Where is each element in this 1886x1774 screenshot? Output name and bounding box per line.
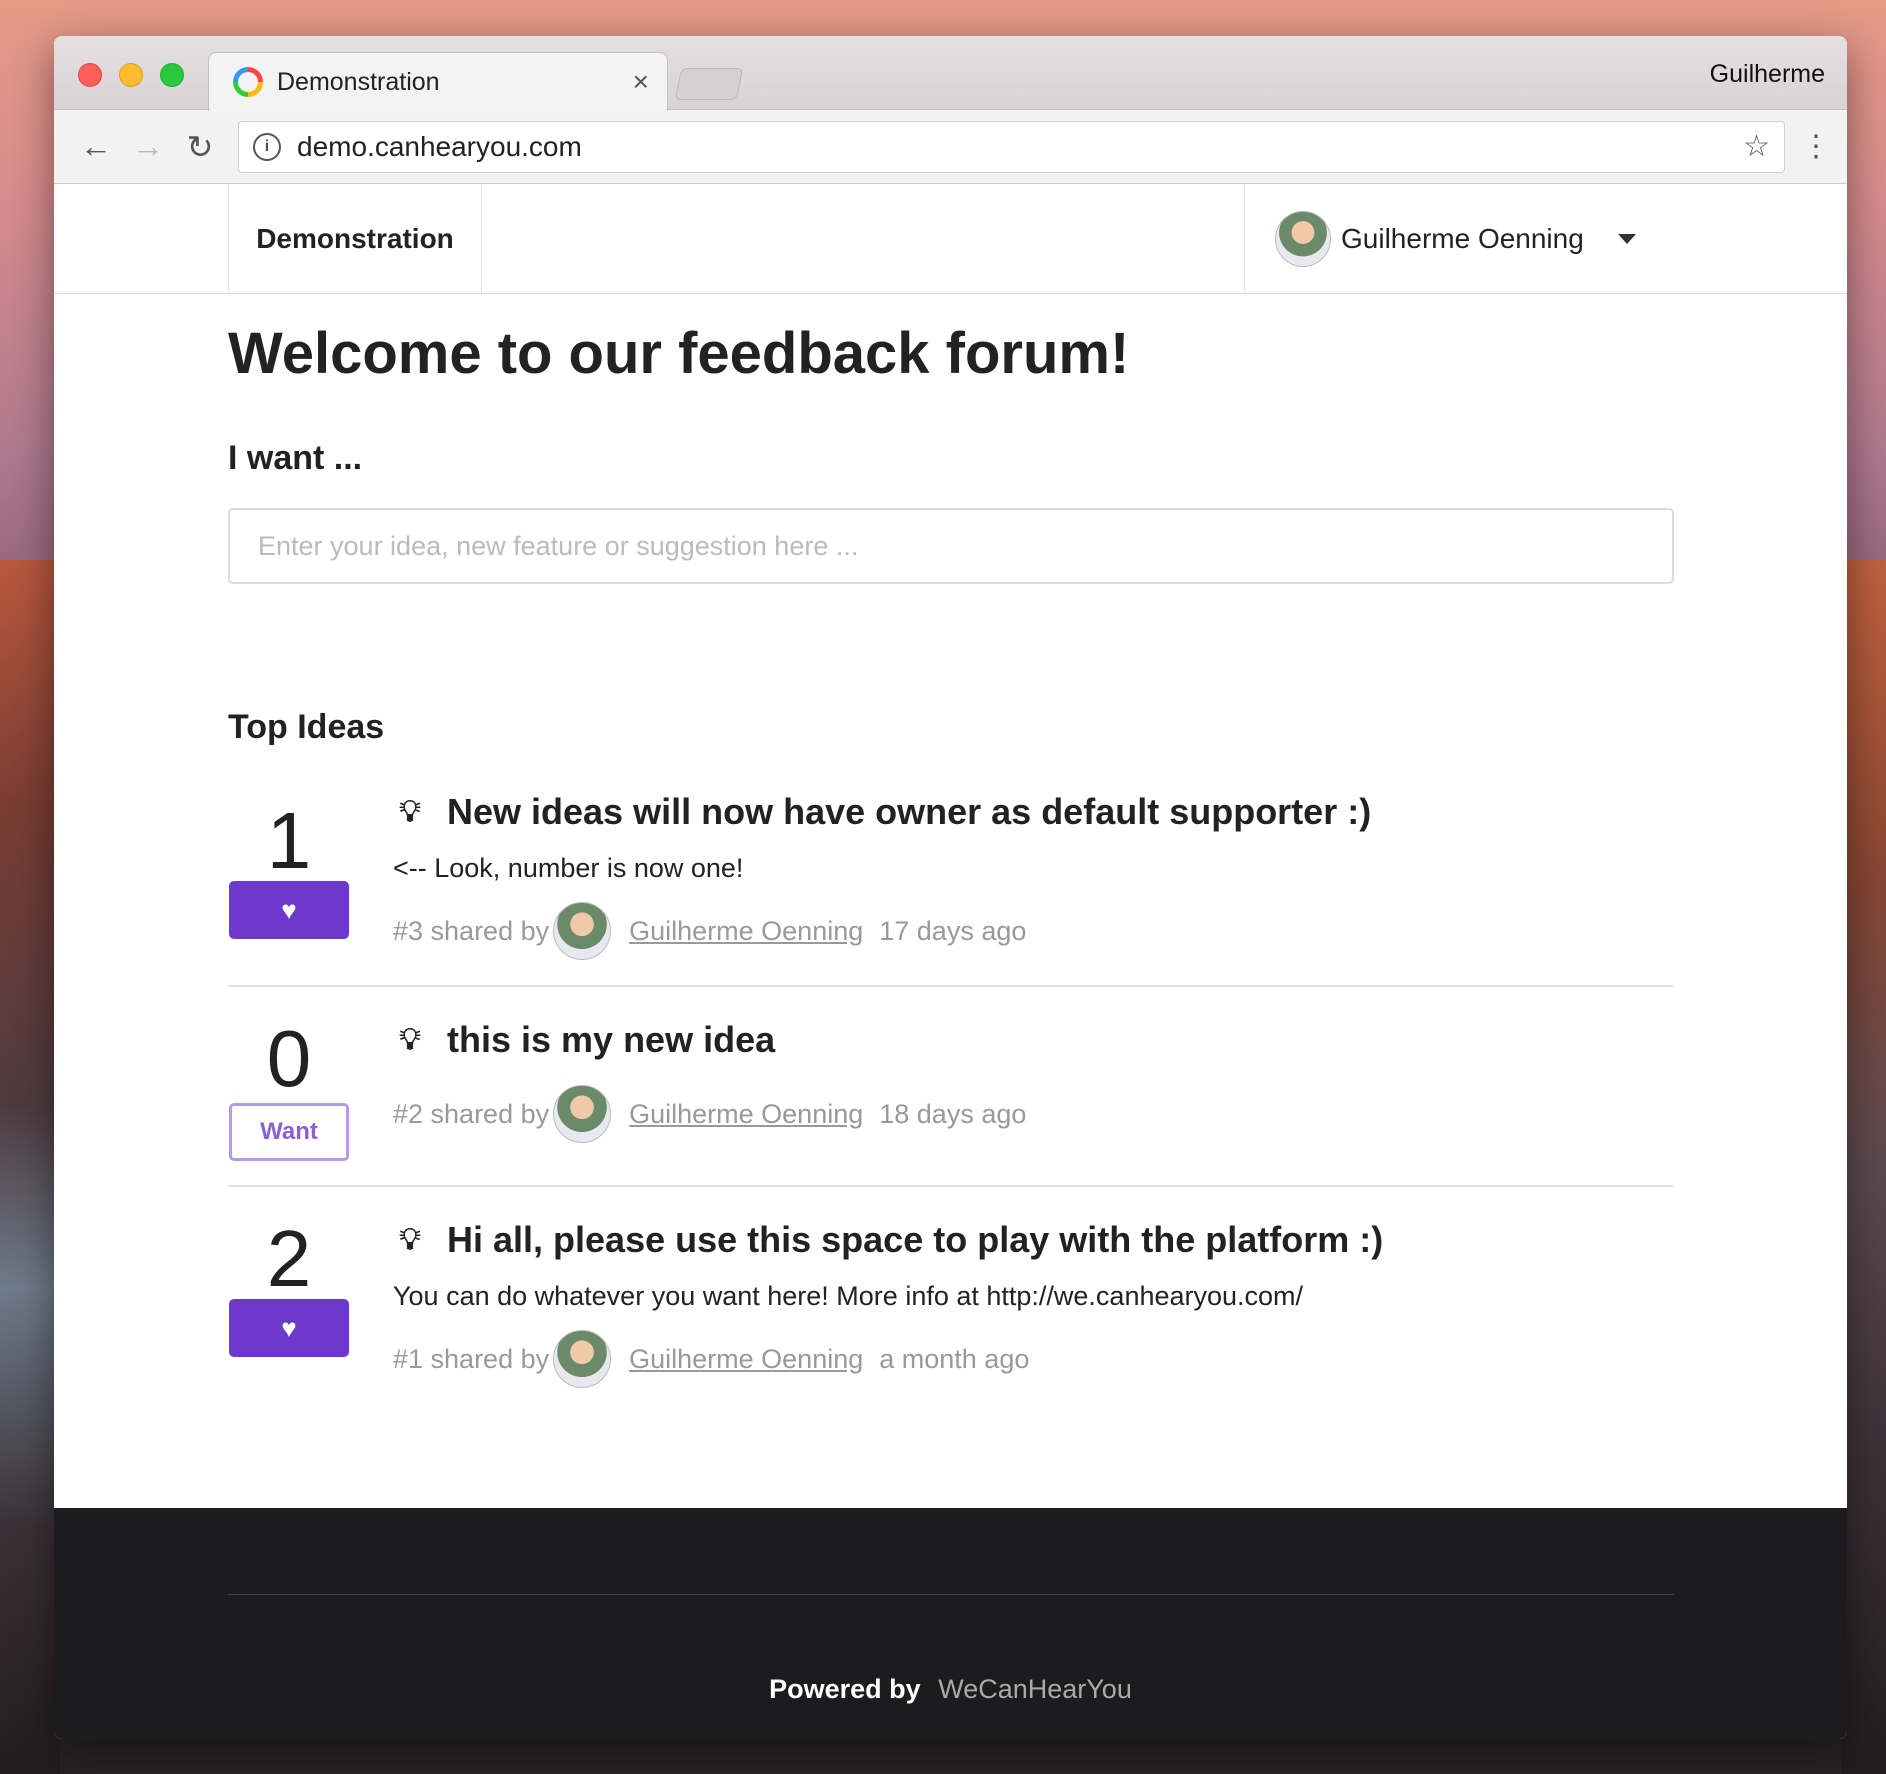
idea-item: 0 Want 💡︎ this is my new idea #2 shared …: [228, 987, 1674, 1187]
idea-description: You can do whatever you want here! More …: [393, 1281, 1304, 1311]
idea-input[interactable]: [228, 508, 1674, 584]
lightbulb-icon: 💡︎: [399, 1023, 421, 1056]
tab-title: Demonstration: [277, 67, 440, 96]
idea-item: 1 ♥ 💡︎ New ideas will now have owner as …: [228, 791, 1674, 987]
wecanhearyou-link[interactable]: WeCanHearYou: [938, 1674, 1132, 1704]
zoom-window-button[interactable]: [160, 63, 184, 87]
top-ideas-heading: Top Ideas: [228, 708, 385, 746]
avatar: [1275, 211, 1331, 267]
powered-by-label: Powered by: [769, 1674, 921, 1704]
site-header: Demonstration Guilherme Oenning: [54, 184, 1847, 294]
browser-tab[interactable]: Demonstration ×: [208, 52, 668, 111]
browser-menu-icon[interactable]: ⋮: [1801, 131, 1831, 162]
support-button[interactable]: ♥: [229, 881, 349, 939]
idea-body: 💡︎ this is my new idea #2 shared by Guil…: [393, 1019, 1674, 1185]
heart-icon: ♥: [281, 894, 297, 925]
idea-item: 2 ♥ 💡︎ Hi all, please use this space to …: [228, 1187, 1674, 1388]
vote-count: 1: [266, 796, 312, 885]
lightbulb-icon: 💡︎: [399, 795, 421, 828]
i-want-heading: I want ...: [228, 439, 363, 477]
window-controls: [78, 63, 184, 87]
vote-box: 2 ♥: [228, 1219, 350, 1388]
browser-window: Demonstration × Guilherme ← → ↻ i demo.c…: [54, 36, 1847, 1739]
browser-profile-name[interactable]: Guilherme: [1710, 60, 1825, 89]
idea-title[interactable]: 💡︎ New ideas will now have owner as defa…: [393, 791, 1674, 833]
back-icon[interactable]: ←: [70, 121, 122, 173]
idea-title[interactable]: 💡︎ Hi all, please use this space to play…: [393, 1219, 1674, 1261]
idea-timestamp: 18 days ago: [879, 1098, 1027, 1129]
support-button[interactable]: ♥: [229, 1299, 349, 1357]
avatar: [553, 1085, 612, 1143]
author-link[interactable]: Guilherme Oenning: [629, 916, 863, 947]
favicon-icon: [233, 67, 263, 97]
user-menu[interactable]: Guilherme Oenning: [1244, 184, 1847, 294]
site-footer: Powered by WeCanHearYou: [54, 1508, 1847, 1739]
site-brand[interactable]: Demonstration: [228, 184, 482, 294]
title-bar: Demonstration × Guilherme: [54, 36, 1847, 111]
avatar: [553, 1330, 612, 1388]
idea-body: 💡︎ New ideas will now have owner as defa…: [393, 791, 1674, 985]
main-content: Welcome to our feedback forum! I want ..…: [54, 294, 1847, 1504]
idea-number: #1 shared by: [393, 1343, 550, 1374]
footer-divider: [228, 1594, 1674, 1595]
vote-box: 0 Want: [228, 1019, 350, 1185]
idea-meta: #3 shared by Guilherme Oenning 17 days a…: [393, 902, 1674, 960]
want-button[interactable]: Want: [229, 1103, 349, 1161]
idea-description: <-- Look, number is now one!: [393, 853, 744, 883]
site-info-icon[interactable]: i: [253, 132, 281, 161]
idea-timestamp: a month ago: [879, 1343, 1030, 1374]
heart-icon: ♥: [281, 1312, 297, 1343]
vote-box: 1 ♥: [228, 791, 350, 985]
close-tab-icon[interactable]: ×: [633, 66, 649, 98]
user-name: Guilherme Oenning: [1341, 223, 1584, 254]
footer-credit: Powered by WeCanHearYou: [54, 1674, 1847, 1705]
close-window-button[interactable]: [78, 63, 102, 87]
author-link[interactable]: Guilherme Oenning: [629, 1344, 863, 1375]
author-link[interactable]: Guilherme Oenning: [629, 1099, 863, 1130]
vote-count: 0: [266, 1014, 312, 1103]
idea-title-text[interactable]: Hi all, please use this space to play wi…: [447, 1219, 1383, 1261]
idea-title-text[interactable]: this is my new idea: [447, 1019, 775, 1061]
idea-title-text[interactable]: New ideas will now have owner as default…: [447, 791, 1371, 833]
idea-body: 💡︎ Hi all, please use this space to play…: [393, 1219, 1674, 1388]
browser-toolbar: ← → ↻ i demo.canhearyou.com ☆ ⋮: [54, 110, 1847, 184]
idea-timestamp: 17 days ago: [879, 915, 1027, 946]
avatar: [553, 902, 612, 960]
forward-icon[interactable]: →: [122, 121, 174, 173]
lightbulb-icon: 💡︎: [399, 1223, 421, 1256]
minimize-window-button[interactable]: [119, 63, 143, 87]
idea-number: #2 shared by: [393, 1098, 550, 1129]
address-bar[interactable]: i demo.canhearyou.com ☆: [238, 120, 1785, 173]
idea-number: #3 shared by: [393, 915, 550, 946]
chevron-down-icon[interactable]: [1617, 234, 1636, 244]
idea-meta: #2 shared by Guilherme Oenning 18 days a…: [393, 1085, 1674, 1143]
vote-count: 2: [266, 1214, 312, 1303]
idea-title[interactable]: 💡︎ this is my new idea: [393, 1019, 1674, 1061]
idea-meta: #1 shared by Guilherme Oenning a month a…: [393, 1330, 1674, 1388]
bookmark-star-icon[interactable]: ☆: [1743, 129, 1770, 164]
page-title: Welcome to our feedback forum!: [228, 321, 1130, 386]
reload-icon[interactable]: ↻: [174, 121, 226, 173]
url-text[interactable]: demo.canhearyou.com: [297, 131, 1743, 163]
new-tab-button[interactable]: [674, 68, 744, 100]
